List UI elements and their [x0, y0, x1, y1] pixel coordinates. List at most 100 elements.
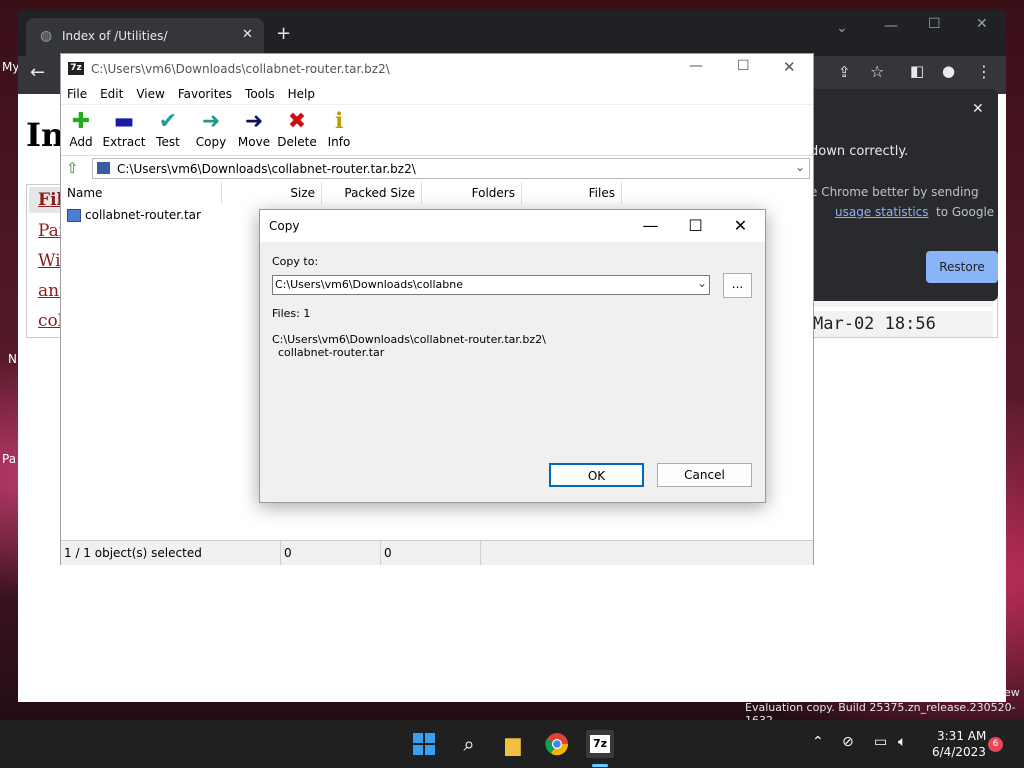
menu-help[interactable]: Help	[288, 84, 315, 104]
path-text: C:\Users\vm6\Downloads\collabnet-router.…	[117, 162, 416, 176]
cancel-button[interactable]: Cancel	[657, 463, 752, 487]
close-icon[interactable]: ✕	[976, 16, 988, 32]
status-selected: 1 / 1 object(s) selected	[61, 541, 281, 565]
sevenzip-taskbar-icon[interactable]: 7z	[586, 730, 614, 758]
delete-button[interactable]: ✖ Delete	[274, 109, 320, 149]
search-icon[interactable]: ⌕	[455, 730, 483, 758]
restore-pages-popup: ✕ down correctly. e Chrome better by sen…	[808, 89, 998, 301]
back-arrow-icon[interactable]: ←	[30, 62, 45, 83]
globe-icon: ◍	[40, 28, 53, 44]
start-windows-icon[interactable]	[410, 730, 438, 758]
window-title: C:\Users\vm6\Downloads\collabnet-router.…	[91, 62, 390, 76]
active-indicator	[592, 764, 608, 767]
add-button[interactable]: ✚ Add	[58, 109, 104, 149]
speaker-icon[interactable]: 🔈︎	[898, 734, 906, 750]
column-size[interactable]: Size	[222, 182, 322, 204]
minimize-icon[interactable]: —	[628, 210, 673, 242]
maximize-icon[interactable]: ☐	[737, 58, 750, 74]
tab-title: Index of /Utilities/	[62, 29, 168, 43]
clock-time[interactable]: 3:31 AM	[937, 729, 986, 743]
minimize-icon[interactable]: —	[884, 18, 898, 34]
popup-text: e Chrome better by sending	[810, 185, 979, 199]
popup-text: to Google	[936, 205, 995, 219]
popup-message: down correctly.	[810, 144, 909, 159]
chevron-up-icon[interactable]: ⌃	[812, 734, 824, 750]
maximize-icon[interactable]: ☐	[928, 16, 941, 32]
browse-button[interactable]: ...	[723, 273, 752, 298]
source-file: collabnet-router.tar	[278, 346, 385, 359]
info-icon: ℹ	[334, 109, 344, 134]
archive-icon	[97, 162, 110, 174]
minus-icon: ▬	[113, 109, 135, 134]
tab-close-icon[interactable]: ✕	[242, 27, 253, 42]
archive-file-icon	[67, 209, 81, 222]
close-icon[interactable]: ✕	[783, 58, 796, 76]
destination-path-input[interactable]: C:\Users\vm6\Downloads\collabne ⌄	[272, 275, 710, 295]
watermark-fragment: ew	[1004, 686, 1020, 699]
new-tab-icon[interactable]: +	[276, 23, 291, 44]
taskbar: ⌕ ▆ 7z ⌃ ⊘ ▭ 🔈︎ 3:31 AM 6/4/2023 6	[0, 720, 1024, 768]
ok-button[interactable]: OK	[549, 463, 644, 487]
bookmark-star-icon[interactable]: ☆	[870, 62, 884, 81]
menu-edit[interactable]: Edit	[100, 84, 123, 104]
chrome-icon[interactable]	[543, 730, 571, 758]
column-packed-size[interactable]: Packed Size	[322, 182, 422, 204]
desktop-icon-label[interactable]: N	[8, 352, 17, 366]
extract-button[interactable]: ▬ Extract	[101, 109, 147, 149]
desktop-icon-label[interactable]: Pa	[2, 452, 16, 466]
arrow-right-icon: ➜	[201, 109, 221, 134]
column-name[interactable]: Name	[61, 182, 222, 204]
file-explorer-icon[interactable]: ▆	[499, 730, 527, 758]
close-icon[interactable]: ✕	[718, 210, 763, 242]
x-icon: ✖	[287, 109, 307, 134]
profile-icon[interactable]: ●	[942, 62, 955, 80]
desktop-icon-label[interactable]: My	[2, 60, 19, 74]
destination-path-value: C:\Users\vm6\Downloads\collabne	[275, 278, 463, 291]
source-path: C:\Users\vm6\Downloads\collabnet-router.…	[272, 333, 546, 346]
address-bar: ⇧ C:\Users\vm6\Downloads\collabnet-route…	[61, 155, 813, 184]
browser-tab[interactable]: ◍ Index of /Utilities/ ✕	[26, 18, 264, 56]
up-folder-icon[interactable]: ⇧	[66, 159, 79, 177]
column-folders[interactable]: Folders	[422, 182, 522, 204]
menu-favorites[interactable]: Favorites	[178, 84, 232, 104]
sevenzip-logo-icon: 7z	[68, 62, 84, 75]
network-off-icon[interactable]: ⊘	[842, 734, 854, 750]
check-icon: ✔	[158, 109, 178, 134]
dialog-title-bar: Copy — ☐ ✕	[260, 210, 765, 242]
copy-button[interactable]: ➜ Copy	[188, 109, 234, 149]
dialog-title: Copy	[269, 219, 300, 233]
date-cell: Mar-02 18:56	[813, 311, 993, 337]
file-name: collabnet-router.tar	[85, 208, 201, 222]
usage-statistics-link[interactable]: usage statistics	[835, 205, 929, 219]
sevenzip-title-bar: 7z C:\Users\vm6\Downloads\collabnet-rout…	[61, 54, 813, 84]
chevron-down-icon[interactable]: ⌄	[697, 276, 707, 290]
minimize-icon[interactable]: —	[689, 58, 703, 74]
menu-tools[interactable]: Tools	[245, 84, 275, 104]
side-panel-icon[interactable]: ◧	[910, 62, 924, 80]
path-combobox[interactable]: C:\Users\vm6\Downloads\collabnet-router.…	[92, 158, 810, 179]
tab-search-chevron-icon[interactable]: ⌄	[836, 20, 848, 36]
status-packed: 0	[381, 541, 481, 565]
popup-close-icon[interactable]: ✕	[972, 101, 984, 117]
notification-badge[interactable]: 6	[988, 737, 1003, 752]
info-button[interactable]: ℹ Info	[316, 109, 362, 149]
menu-file[interactable]: File	[67, 84, 87, 104]
copy-dialog: Copy — ☐ ✕ Copy to: C:\Users\vm6\Downloa…	[259, 209, 766, 503]
menu-bar: File Edit View Favorites Tools Help	[61, 84, 813, 104]
restore-button[interactable]: Restore	[926, 251, 998, 283]
toolbar: ✚ Add ▬ Extract ✔ Test ➜ Copy ➜ Move ✖ Delete …	[61, 104, 813, 155]
share-icon[interactable]: ⇪	[838, 63, 851, 81]
chevron-down-icon[interactable]: ⌄	[795, 160, 805, 174]
menu-view[interactable]: View	[136, 84, 164, 104]
status-size: 0	[281, 541, 381, 565]
arrow-right-icon: ➜	[244, 109, 264, 134]
clock-date[interactable]: 6/4/2023	[932, 745, 986, 759]
column-files[interactable]: Files	[522, 182, 622, 204]
status-bar: 1 / 1 object(s) selected 0 0	[61, 540, 813, 565]
menu-kebab-icon[interactable]: ⋮	[976, 62, 992, 81]
chrome-tab-bar: ◍ Index of /Utilities/ ✕ + ⌄ — ☐ ✕	[18, 10, 1006, 56]
move-button[interactable]: ➜ Move	[231, 109, 277, 149]
network-icon[interactable]: ▭	[874, 734, 887, 750]
maximize-icon[interactable]: ☐	[673, 210, 718, 242]
test-button[interactable]: ✔ Test	[145, 109, 191, 149]
